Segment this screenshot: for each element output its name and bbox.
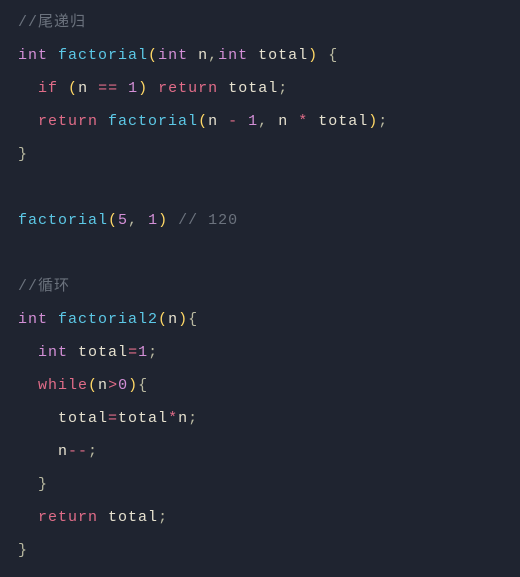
- identifier: total: [258, 47, 308, 64]
- number: 1: [248, 113, 258, 130]
- brace: {: [138, 377, 148, 394]
- keyword-int: int: [38, 344, 68, 361]
- identifier: n: [168, 311, 178, 328]
- identifier: total: [78, 344, 128, 361]
- paren: (: [88, 377, 98, 394]
- brace: {: [328, 47, 338, 64]
- function-name: factorial: [108, 113, 198, 130]
- identifier: n: [178, 410, 188, 427]
- operator: -: [228, 113, 238, 130]
- paren: (: [148, 47, 158, 64]
- code-block: //尾递归 int factorial(int n,int total) { i…: [18, 6, 520, 567]
- semicolon: ;: [188, 410, 198, 427]
- identifier: n: [98, 377, 108, 394]
- operator: =: [128, 344, 138, 361]
- number: 1: [138, 344, 148, 361]
- function-name: factorial2: [58, 311, 158, 328]
- keyword-return: return: [38, 113, 98, 130]
- semicolon: ;: [378, 113, 388, 130]
- paren: (: [108, 212, 118, 229]
- semicolon: ;: [158, 509, 168, 526]
- function-name: factorial: [58, 47, 148, 64]
- brace: }: [18, 542, 28, 559]
- paren: (: [158, 311, 168, 328]
- comment: //循环: [18, 278, 70, 295]
- comma: ,: [208, 47, 218, 64]
- comment: // 120: [178, 212, 238, 229]
- keyword-return: return: [158, 80, 218, 97]
- number: 5: [118, 212, 128, 229]
- operator: >: [108, 377, 118, 394]
- comment: //尾递归: [18, 14, 86, 31]
- function-name: factorial: [18, 212, 108, 229]
- keyword-while: while: [38, 377, 88, 394]
- brace: }: [18, 146, 28, 163]
- keyword-int: int: [218, 47, 248, 64]
- identifier: total: [228, 80, 278, 97]
- paren: ): [178, 311, 188, 328]
- identifier: n: [278, 113, 288, 130]
- paren: ): [128, 377, 138, 394]
- semicolon: ;: [88, 443, 98, 460]
- paren: ): [138, 80, 148, 97]
- identifier: n: [198, 47, 208, 64]
- comma: ,: [258, 113, 268, 130]
- brace: {: [188, 311, 198, 328]
- operator: --: [68, 443, 88, 460]
- keyword-if: if: [38, 80, 58, 97]
- identifier: total: [318, 113, 368, 130]
- paren: ): [368, 113, 378, 130]
- keyword-return: return: [38, 509, 98, 526]
- paren: (: [198, 113, 208, 130]
- semicolon: ;: [148, 344, 158, 361]
- operator: ==: [98, 80, 118, 97]
- number: 1: [148, 212, 158, 229]
- keyword-int: int: [158, 47, 188, 64]
- brace: }: [38, 476, 48, 493]
- identifier: n: [58, 443, 68, 460]
- operator: *: [298, 113, 308, 130]
- identifier: n: [208, 113, 218, 130]
- number: 0: [118, 377, 128, 394]
- operator: *: [168, 410, 178, 427]
- keyword-int: int: [18, 311, 48, 328]
- identifier: total: [58, 410, 108, 427]
- keyword-int: int: [18, 47, 48, 64]
- identifier: total: [108, 509, 158, 526]
- comma: ,: [128, 212, 138, 229]
- identifier: total: [118, 410, 168, 427]
- semicolon: ;: [278, 80, 288, 97]
- paren: ): [308, 47, 318, 64]
- paren: (: [68, 80, 78, 97]
- number: 1: [128, 80, 138, 97]
- operator: =: [108, 410, 118, 427]
- paren: ): [158, 212, 168, 229]
- identifier: n: [78, 80, 88, 97]
